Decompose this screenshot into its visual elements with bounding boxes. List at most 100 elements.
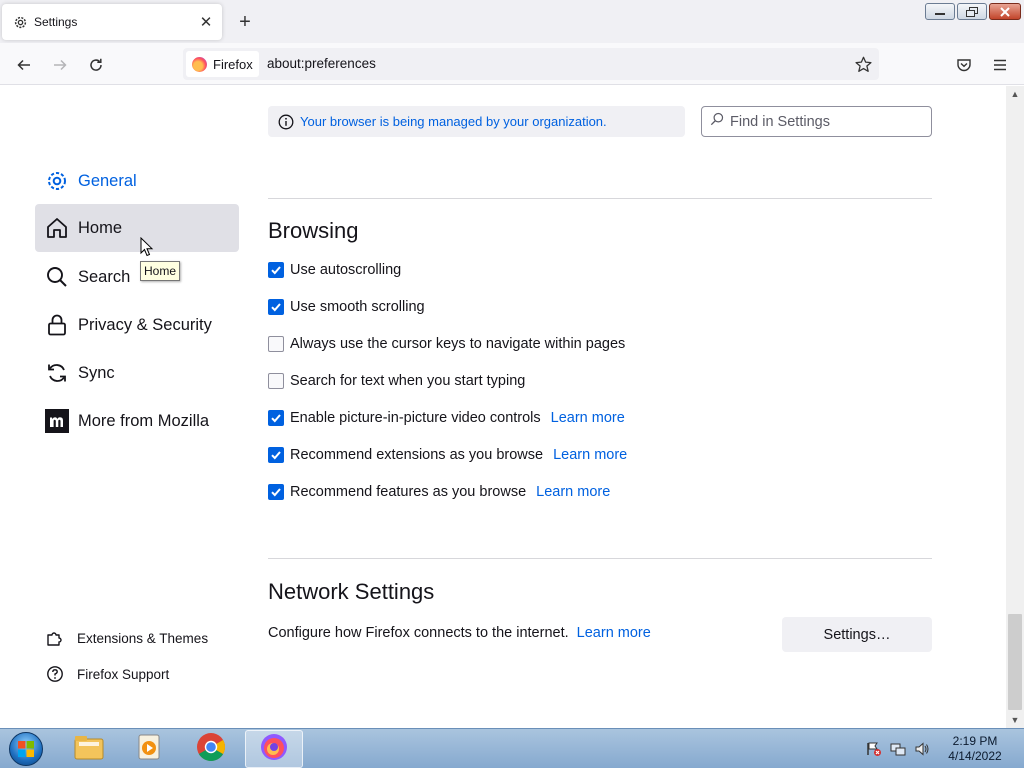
minimize-button[interactable]: [925, 3, 955, 20]
tab-settings[interactable]: Settings ✕: [2, 4, 222, 40]
clock-date: 4/14/2022: [948, 749, 1002, 763]
forward-button[interactable]: [47, 52, 73, 78]
checkbox-checked[interactable]: [268, 410, 284, 426]
recommend-extensions-option[interactable]: Recommend extensions as you browse Learn…: [268, 445, 627, 465]
firefox-icon: [259, 732, 289, 767]
checkbox-checked[interactable]: [268, 299, 284, 315]
smooth-scrolling-option[interactable]: Use smooth scrolling: [268, 297, 425, 317]
network-icon[interactable]: [890, 741, 906, 757]
chrome-taskbar-button[interactable]: [182, 730, 240, 768]
cursor-keys-option[interactable]: Always use the cursor keys to navigate w…: [268, 334, 625, 354]
network-settings-heading: Network Settings: [268, 579, 435, 604]
sidebar-item-general[interactable]: General: [35, 157, 239, 205]
tab-strip: Settings ✕ +: [0, 0, 1024, 43]
identity-box[interactable]: Firefox: [186, 51, 259, 77]
sidebar-item-label: More from Mozilla: [78, 411, 210, 430]
learn-more-link[interactable]: Learn more: [536, 484, 610, 500]
option-label: Use smooth scrolling: [290, 299, 425, 315]
new-tab-button[interactable]: +: [234, 11, 256, 33]
start-button[interactable]: [6, 731, 46, 767]
sidebar-item-label: Search: [78, 267, 131, 286]
sidebar-item-home[interactable]: Home: [35, 204, 239, 252]
checkbox-unchecked[interactable]: [268, 373, 284, 389]
back-button[interactable]: [11, 52, 37, 78]
policy-notice[interactable]: Your browser is being managed by your or…: [268, 106, 685, 137]
clock-time: 2:19 PM: [952, 734, 998, 748]
checkbox-checked[interactable]: [268, 262, 284, 278]
checkbox-checked[interactable]: [268, 447, 284, 463]
help-icon: [46, 665, 64, 683]
system-tray: [866, 741, 930, 757]
network-description: Configure how Firefox connects to the in…: [268, 625, 651, 641]
sidebar-item-search[interactable]: Search: [35, 253, 239, 301]
option-label: Use autoscrolling: [290, 262, 402, 278]
puzzle-icon: [46, 629, 64, 647]
close-window-button[interactable]: [989, 3, 1021, 20]
mouse-cursor-icon: [140, 236, 154, 262]
scroll-up-arrow-icon[interactable]: ▲: [1006, 86, 1024, 102]
extensions-themes-label: Extensions & Themes: [77, 630, 209, 646]
info-icon: [278, 114, 294, 130]
sidebar-item-sync[interactable]: Sync: [35, 349, 239, 397]
pocket-button[interactable]: [951, 52, 977, 78]
firefox-icon: [192, 56, 207, 72]
sidebar-item-privacy[interactable]: Privacy & Security: [35, 301, 239, 349]
option-label: Recommend features as you browse: [290, 484, 527, 500]
taskbar: 2:19 PM 4/14/2022: [0, 728, 1024, 768]
sidebar-item-label: Privacy & Security: [78, 315, 212, 334]
recommend-features-option[interactable]: Recommend features as you browse Learn m…: [268, 482, 610, 502]
extensions-themes-link[interactable]: Extensions & Themes: [46, 629, 208, 647]
sidebar-item-more-from-mozilla[interactable]: More from Mozilla: [35, 397, 239, 445]
learn-more-link[interactable]: Learn more: [551, 410, 625, 426]
sidebar-item-label: Sync: [78, 363, 115, 382]
bookmark-star-icon[interactable]: [853, 54, 873, 74]
firefox-taskbar-button[interactable]: [245, 730, 303, 768]
taskbar-clock[interactable]: 2:19 PM 4/14/2022: [940, 734, 1010, 764]
home-icon: [45, 216, 69, 240]
sidebar-item-label: General: [78, 171, 137, 190]
firefox-support-label: Firefox Support: [77, 666, 170, 682]
network-settings-button[interactable]: Settings…: [782, 617, 932, 652]
explorer-taskbar-button[interactable]: [60, 730, 118, 768]
nav-bar: Firefox about:preferences: [0, 43, 1024, 85]
search-typing-option[interactable]: Search for text when you start typing: [268, 371, 525, 391]
learn-more-link[interactable]: Learn more: [577, 625, 651, 641]
app-menu-button[interactable]: [987, 52, 1013, 78]
find-in-settings[interactable]: [701, 106, 932, 137]
sidebar-item-label: Home: [78, 218, 123, 237]
media-player-taskbar-button[interactable]: [121, 730, 179, 768]
url-text[interactable]: about:preferences: [267, 56, 376, 71]
volume-icon[interactable]: [914, 741, 930, 757]
option-label: Search for text when you start typing: [290, 373, 526, 389]
checkbox-unchecked[interactable]: [268, 336, 284, 352]
learn-more-link[interactable]: Learn more: [553, 447, 627, 463]
search-icon: [710, 112, 724, 131]
windows-logo-icon: [9, 732, 43, 766]
checkbox-checked[interactable]: [268, 484, 284, 500]
restore-button[interactable]: [957, 3, 987, 20]
reload-button[interactable]: [83, 52, 109, 78]
find-in-settings-input[interactable]: [730, 113, 925, 130]
gear-icon: [12, 14, 28, 30]
network-description-text: Configure how Firefox connects to the in…: [268, 625, 569, 641]
close-icon[interactable]: ✕: [196, 12, 216, 32]
option-label: Recommend extensions as you browse: [290, 447, 544, 463]
search-icon: [45, 265, 69, 289]
media-player-icon: [136, 733, 164, 766]
option-label: Always use the cursor keys to navigate w…: [290, 336, 626, 352]
scroll-down-arrow-icon[interactable]: ▼: [1006, 712, 1024, 728]
explorer-icon: [73, 733, 105, 766]
lock-icon: [45, 313, 69, 337]
action-center-icon[interactable]: [866, 741, 882, 757]
autoscrolling-option[interactable]: Use autoscrolling: [268, 260, 401, 280]
policy-notice-text: Your browser is being managed by your or…: [300, 114, 607, 129]
page-scrollbar[interactable]: ▲ ▼: [1006, 86, 1024, 728]
tab-title: Settings: [34, 15, 78, 29]
picture-in-picture-option[interactable]: Enable picture-in-picture video controls…: [268, 408, 625, 428]
chrome-icon: [196, 732, 226, 767]
url-bar[interactable]: Firefox about:preferences: [183, 48, 879, 80]
firefox-support-link[interactable]: Firefox Support: [46, 665, 169, 683]
mozilla-icon: [45, 409, 69, 433]
identity-label: Firefox: [213, 56, 253, 72]
scroll-thumb[interactable]: [1008, 614, 1022, 710]
